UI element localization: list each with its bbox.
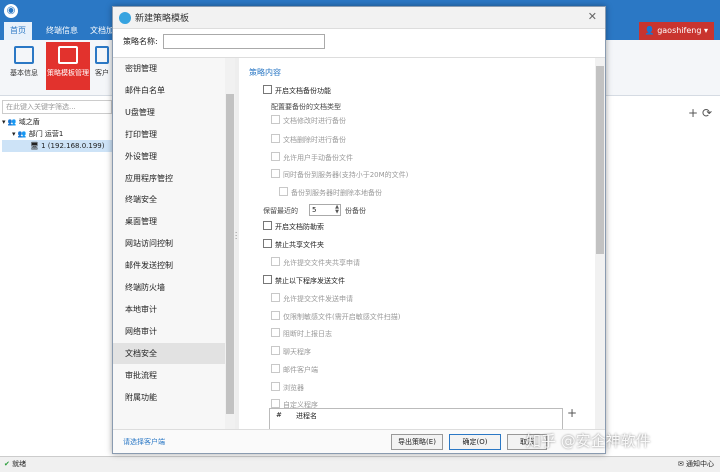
app-icon xyxy=(119,12,131,24)
watermark-text: 知乎 @安企神软件 xyxy=(526,432,651,450)
status-text: ✔ 就绪 xyxy=(4,460,27,468)
nav-item[interactable]: 密钥管理 xyxy=(113,58,225,79)
browsers-checkbox[interactable]: 浏览器 xyxy=(271,382,304,394)
dialog-title: 新建策略模板 xyxy=(135,14,190,24)
nav-item[interactable]: 网站访问控制 xyxy=(113,233,225,254)
select-client-link[interactable]: 请选择客户端 xyxy=(123,437,165,447)
ok-button[interactable]: 确定(O) xyxy=(449,434,501,450)
ribbon-label: 基本信息 xyxy=(10,69,38,77)
dialog-body: 密钥管理 邮件白名单 U盘管理 打印管理 外设管理 应用程序管控 终端安全 桌面管理 网站访问控… xyxy=(113,57,605,430)
nav-item[interactable]: 应用程序管控 xyxy=(113,168,225,189)
content-scrollbar-thumb[interactable] xyxy=(596,66,604,254)
group-icon: 👥 xyxy=(7,118,17,126)
backup-types-label: 配置要备份的文档类型 xyxy=(271,103,341,111)
client-icon xyxy=(95,46,109,64)
ribbon-label: 策略模板管理 xyxy=(47,69,89,77)
nav-scrollbar-thumb[interactable] xyxy=(226,94,234,414)
user-name: gaoshifeng xyxy=(657,26,702,35)
checkbox-box xyxy=(263,85,272,94)
drag-handle-icon: · · · xyxy=(235,229,238,243)
keep-recent-label: 保留最近的 xyxy=(263,207,298,215)
group-icon: 👥 xyxy=(17,130,27,138)
menu-tab-home[interactable]: 首页 xyxy=(4,22,32,40)
policy-name-label: 策略名称: xyxy=(123,37,158,46)
delete-local-backup-checkbox[interactable]: 备份到服务器时删除本地备份 xyxy=(279,187,382,199)
policy-content-pane: 策略内容 开启文档备份功能 配置要备份的文档类型 文档修改时进行备份 文档删除时… xyxy=(239,58,595,430)
nav-item[interactable]: 邮件白名单 xyxy=(113,80,225,101)
notification-center-link[interactable]: ✉ 通知中心 xyxy=(678,459,714,469)
nav-item[interactable]: U盘管理 xyxy=(113,102,225,123)
section-title: 策略内容 xyxy=(249,68,281,77)
allow-share-request-checkbox[interactable]: 允许提交文件夹共享申请 xyxy=(271,257,360,269)
limit-sensitive-checkbox[interactable]: 仅限制敏感文件(需开启敏感文件扫描) xyxy=(271,311,400,323)
close-icon[interactable]: ✕ xyxy=(588,10,597,23)
nav-scrollbar[interactable] xyxy=(225,58,235,430)
allow-manual-backup-checkbox[interactable]: 允许用户手动备份文件 xyxy=(271,152,353,164)
tree-node-department[interactable]: ▾ 👥 部门 运营1 xyxy=(2,128,114,140)
nav-item[interactable]: 审批流程 xyxy=(113,365,225,386)
tree-search-input[interactable]: 在此键入关键字筛选... xyxy=(2,100,112,114)
tree-toolbar: + ⟳ xyxy=(688,106,712,120)
mail-icon: ✉ xyxy=(677,460,684,468)
nav-item[interactable]: 外设管理 xyxy=(113,146,225,167)
report-log-checkbox[interactable]: 阻断时上报日志 xyxy=(271,328,332,340)
ribbon-client-button[interactable]: 客户 xyxy=(92,42,112,90)
monitor-icon xyxy=(14,46,34,64)
menu-tab-terminal-info[interactable]: 终端信息 xyxy=(40,22,84,40)
policy-card-icon xyxy=(58,46,78,64)
keep-recent-stepper[interactable]: 5 ▲ ▼ xyxy=(309,204,341,216)
status-bar: ✔ 就绪 ✉ 通知中心 xyxy=(0,456,720,472)
keep-recent-suffix: 份备份 xyxy=(345,207,366,215)
stepper-arrows-icon[interactable]: ▲ ▼ xyxy=(335,205,339,215)
nav-item[interactable]: 网络审计 xyxy=(113,321,225,342)
disable-share-checkbox[interactable]: 禁止共享文件夹 xyxy=(263,239,324,251)
enable-anti-ransom-checkbox[interactable]: 开启文档防勒索 xyxy=(263,221,324,233)
dialog-titlebar: 新建策略模板 ✕ xyxy=(113,7,605,29)
policy-category-nav: 密钥管理 邮件白名单 U盘管理 打印管理 外设管理 应用程序管控 终端安全 桌面管理 网站访问控… xyxy=(113,58,235,430)
add-process-icon[interactable]: + xyxy=(567,406,577,420)
new-policy-template-dialog: 新建策略模板 ✕ 策略名称: 密钥管理 邮件白名单 U盘管理 打印管理 外设管理 应用程序… xyxy=(112,6,606,454)
organization-tree: ▾ 👥 域之盾 ▾ 👥 部门 运营1 🖥 1 (192.168.0.199) xyxy=(2,116,114,152)
block-send-programs-checkbox[interactable]: 禁止以下程序发送文件 xyxy=(263,275,345,287)
computer-icon: 🖥 xyxy=(30,142,39,150)
chat-programs-checkbox[interactable]: 聊天程序 xyxy=(271,346,311,358)
policy-name-row: 策略名称: xyxy=(123,34,593,50)
export-policy-button[interactable]: 导出策略(E) xyxy=(391,434,443,450)
enable-backup-checkbox[interactable]: 开启文档备份功能 xyxy=(263,85,331,97)
nav-item[interactable]: 文档安全 xyxy=(113,342,225,364)
check-icon: ✔ xyxy=(4,460,10,468)
process-table[interactable]: # 进程名 xyxy=(269,408,563,430)
nav-item[interactable]: 打印管理 xyxy=(113,124,225,145)
sync-to-server-checkbox[interactable]: 同时备份到服务器(支持小于20M的文件) xyxy=(271,169,408,181)
table-header-process-name: 进程名 xyxy=(296,412,317,420)
nav-item[interactable]: 终端安全 xyxy=(113,189,225,210)
tree-node-root[interactable]: ▾ 👥 域之盾 xyxy=(2,116,114,128)
nav-item[interactable]: 桌面管理 xyxy=(113,211,225,232)
nav-item[interactable]: 附属功能 xyxy=(113,387,225,408)
allow-send-request-checkbox[interactable]: 允许提交文件发送申请 xyxy=(271,293,353,305)
backup-on-modify-checkbox[interactable]: 文档修改时进行备份 xyxy=(271,115,346,127)
ribbon-basic-info-button[interactable]: 基本信息 xyxy=(2,42,46,90)
ribbon-label: 客户 xyxy=(95,69,109,77)
tree-node-computer[interactable]: 🖥 1 (192.168.0.199) xyxy=(2,140,114,152)
ribbon-policy-template-button[interactable]: 策略模板管理 xyxy=(46,42,90,90)
refresh-icon[interactable]: ⟳ xyxy=(702,106,712,120)
table-header-index: # xyxy=(276,411,282,419)
app-logo-icon: ◉ xyxy=(4,4,18,18)
mail-clients-checkbox[interactable]: 邮件客户端 xyxy=(271,364,318,376)
backup-on-delete-checkbox[interactable]: 文档删除时进行备份 xyxy=(271,134,346,146)
policy-name-input[interactable] xyxy=(163,34,325,49)
add-icon[interactable]: + xyxy=(688,106,698,120)
user-account-button[interactable]: 👤 gaoshifeng ▾ xyxy=(638,22,714,40)
nav-item[interactable]: 本地审计 xyxy=(113,299,225,320)
nav-item[interactable]: 邮件发送控制 xyxy=(113,255,225,276)
content-scrollbar[interactable] xyxy=(595,58,605,430)
nav-item[interactable]: 终端防火墙 xyxy=(113,277,225,298)
